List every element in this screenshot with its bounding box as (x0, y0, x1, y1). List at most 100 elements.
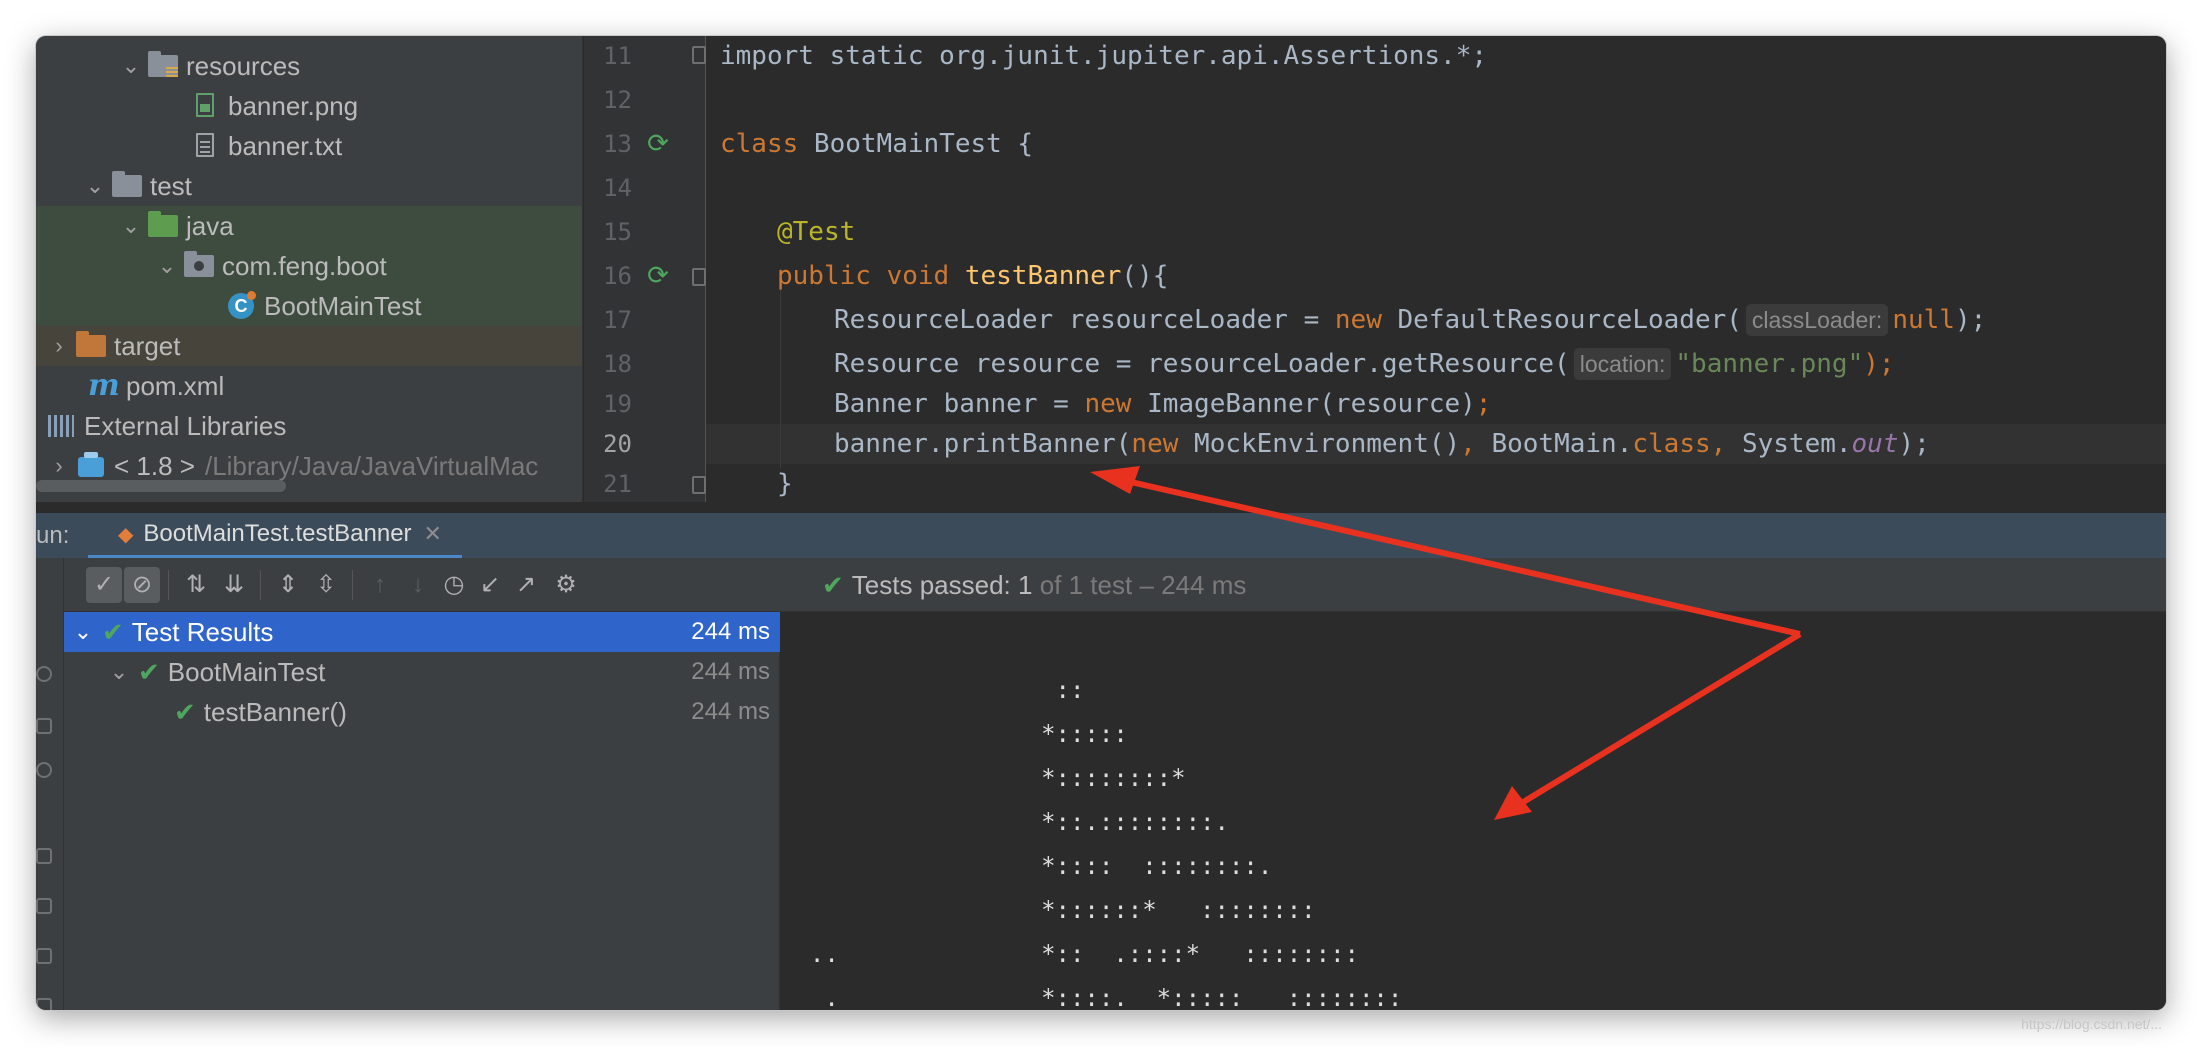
collapse-all-icon[interactable]: ⇳ (308, 567, 344, 603)
tab-run-config[interactable]: ◆ BootMainTest.testBanner ✕ (88, 513, 462, 559)
code-text: ImageBanner(resource) (1131, 389, 1476, 419)
code-line-11: import static org.junit.jupiter.api.Asse… (720, 36, 1487, 76)
show-passed-toggle-icon[interactable]: ✓ (86, 567, 122, 603)
tree-item-java[interactable]: ⌄ java (36, 206, 582, 246)
test-results-root[interactable]: ⌄ ✔ Test Results 244 ms (64, 612, 780, 652)
code-editor[interactable]: 11 12 13 14 15 16 17 18 19 20 21 ⟳ ⟳ imp… (584, 36, 2166, 502)
settings-icon[interactable] (36, 762, 52, 778)
fold-marker-icon[interactable] (692, 476, 706, 494)
chevron-right-icon[interactable]: › (48, 333, 70, 359)
code-text: DefaultResourceLoader( (1381, 305, 1742, 335)
line-number: 14 (603, 174, 632, 202)
code-text: Banner banner = (834, 389, 1085, 419)
chevron-down-icon[interactable]: ⌄ (72, 619, 94, 645)
resources-folder-icon (148, 51, 178, 79)
tree-item-label: com.feng.boot (222, 250, 387, 281)
tree-item-label: BootMainTest (264, 290, 422, 321)
chevron-right-icon[interactable]: › (48, 453, 70, 479)
code-keyword: null (1892, 305, 1955, 335)
tree-item-label: External Libraries (84, 410, 287, 441)
code-method-name: testBanner (964, 261, 1122, 291)
pin-icon[interactable] (36, 848, 52, 864)
run-toolbar: ✓ ⊘ ⇅ ⇊ ⇕ ⇳ ↑ ↓ ◷ ↙ ↗ ⚙ ✔ Tests passed: 1… (64, 558, 2166, 612)
code-text: } (777, 469, 793, 499)
result-time: 244 ms (691, 618, 770, 645)
expand-all-icon[interactable]: ⇕ (270, 567, 306, 603)
close-icon[interactable]: ✕ (424, 521, 442, 547)
test-history-icon[interactable]: ◷ (436, 567, 472, 603)
console-line: *::::: (781, 720, 1128, 748)
stop-icon[interactable] (36, 666, 52, 682)
code-text: BootMain. (1491, 429, 1633, 459)
tree-item-target[interactable]: › target (36, 326, 582, 366)
check-icon: ✔ (138, 656, 160, 687)
run-test-gutter-icon[interactable]: ⟳ (644, 130, 672, 158)
export-tests-icon[interactable]: ↗ (508, 567, 544, 603)
tree-item-package[interactable]: ⌄ com.feng.boot (36, 246, 582, 286)
tab-label: BootMainTest.testBanner (143, 520, 412, 547)
text-file-icon (190, 133, 220, 159)
tree-item-resources[interactable]: ⌄ resources (36, 46, 582, 86)
code-text: BootMainTest { (798, 129, 1034, 159)
chevron-down-icon[interactable]: ⌄ (156, 253, 178, 279)
code-text: import static org.junit.jupiter.api.Asse… (720, 41, 1488, 71)
code-punctuation: , (1460, 429, 1492, 459)
export-icon[interactable] (36, 948, 52, 964)
result-label: testBanner() (203, 696, 347, 727)
camera-icon[interactable] (36, 718, 52, 734)
next-failed-test-icon[interactable]: ↓ (400, 567, 436, 603)
tree-item-bootmaintest[interactable]: C BootMainTest (36, 286, 582, 326)
line-number: 12 (603, 86, 632, 114)
check-icon: ✔ (102, 616, 124, 647)
console-line: .. *:: .::::* :::::::: (781, 940, 1359, 968)
tree-item-pom[interactable]: m pom.xml (36, 366, 582, 406)
tree-item-banner-txt[interactable]: banner.txt (36, 126, 582, 166)
line-number: 15 (603, 218, 632, 246)
test-method-row[interactable]: ✔ testBanner() 244 ms (64, 692, 780, 732)
check-icon: ✔ (174, 696, 196, 727)
run-test-gutter-icon[interactable]: ⟳ (644, 262, 672, 290)
code-text: MockEnvironment() (1178, 429, 1461, 459)
code-text: ResourceLoader resourceLoader = (834, 305, 1335, 335)
code-line-15: @Test (777, 212, 855, 252)
test-class-row[interactable]: ⌄ ✔ BootMainTest 244 ms (64, 652, 780, 692)
show-ignored-toggle-icon[interactable]: ⊘ (124, 567, 160, 603)
line-number: 17 (603, 306, 632, 334)
result-time: 244 ms (691, 698, 770, 725)
line-number: 13 (603, 130, 632, 158)
console-line: *:::: ::::::::. (781, 852, 1273, 880)
tree-item-label: java (186, 210, 234, 241)
sort-by-duration-icon[interactable]: ⇊ (216, 567, 252, 603)
fold-marker-icon[interactable] (692, 46, 706, 64)
check-icon: ✔ (822, 570, 844, 600)
libraries-icon (46, 413, 76, 439)
tree-item-external-libraries[interactable]: External Libraries (36, 406, 582, 446)
chevron-down-icon[interactable]: ⌄ (120, 213, 142, 239)
jdk-icon (76, 452, 106, 479)
indent-guide (780, 268, 781, 468)
line-number: 16 (603, 262, 632, 290)
code-line-13: class BootMainTest { (720, 124, 1033, 164)
horizontal-scrollbar[interactable] (36, 480, 286, 492)
previous-failed-test-icon[interactable]: ↑ (362, 567, 398, 603)
tree-item-label: pom.xml (126, 370, 225, 401)
print-icon[interactable] (36, 898, 52, 914)
import-tests-icon[interactable]: ↙ (472, 567, 508, 603)
console-line: *::.::::::::. (781, 808, 1229, 836)
tests-status: ✔ Tests passed: 1 of 1 test – 244 ms (822, 558, 1246, 612)
gear-icon[interactable]: ⚙ (548, 567, 584, 603)
run-side-toolbar (36, 558, 64, 1010)
console-output[interactable]: :: *::::: *::::::::* *::.::::::::. *::::… (781, 612, 2166, 1010)
tree-item-banner-png[interactable]: banner.png (36, 86, 582, 126)
chevron-down-icon[interactable]: ⌄ (120, 53, 142, 79)
chevron-down-icon[interactable]: ⌄ (84, 173, 106, 199)
excluded-folder-icon (76, 331, 106, 359)
code-static-field: out (1851, 429, 1899, 459)
chevron-down-icon[interactable]: ⌄ (108, 659, 130, 685)
line-number: 11 (603, 42, 632, 70)
tree-item-label: banner.txt (228, 130, 343, 161)
sort-alphabetically-icon[interactable]: ⇅ (178, 567, 214, 603)
trash-icon[interactable] (36, 998, 52, 1010)
fold-marker-icon[interactable] (692, 268, 706, 286)
tree-item-test[interactable]: ⌄ test (36, 166, 582, 206)
